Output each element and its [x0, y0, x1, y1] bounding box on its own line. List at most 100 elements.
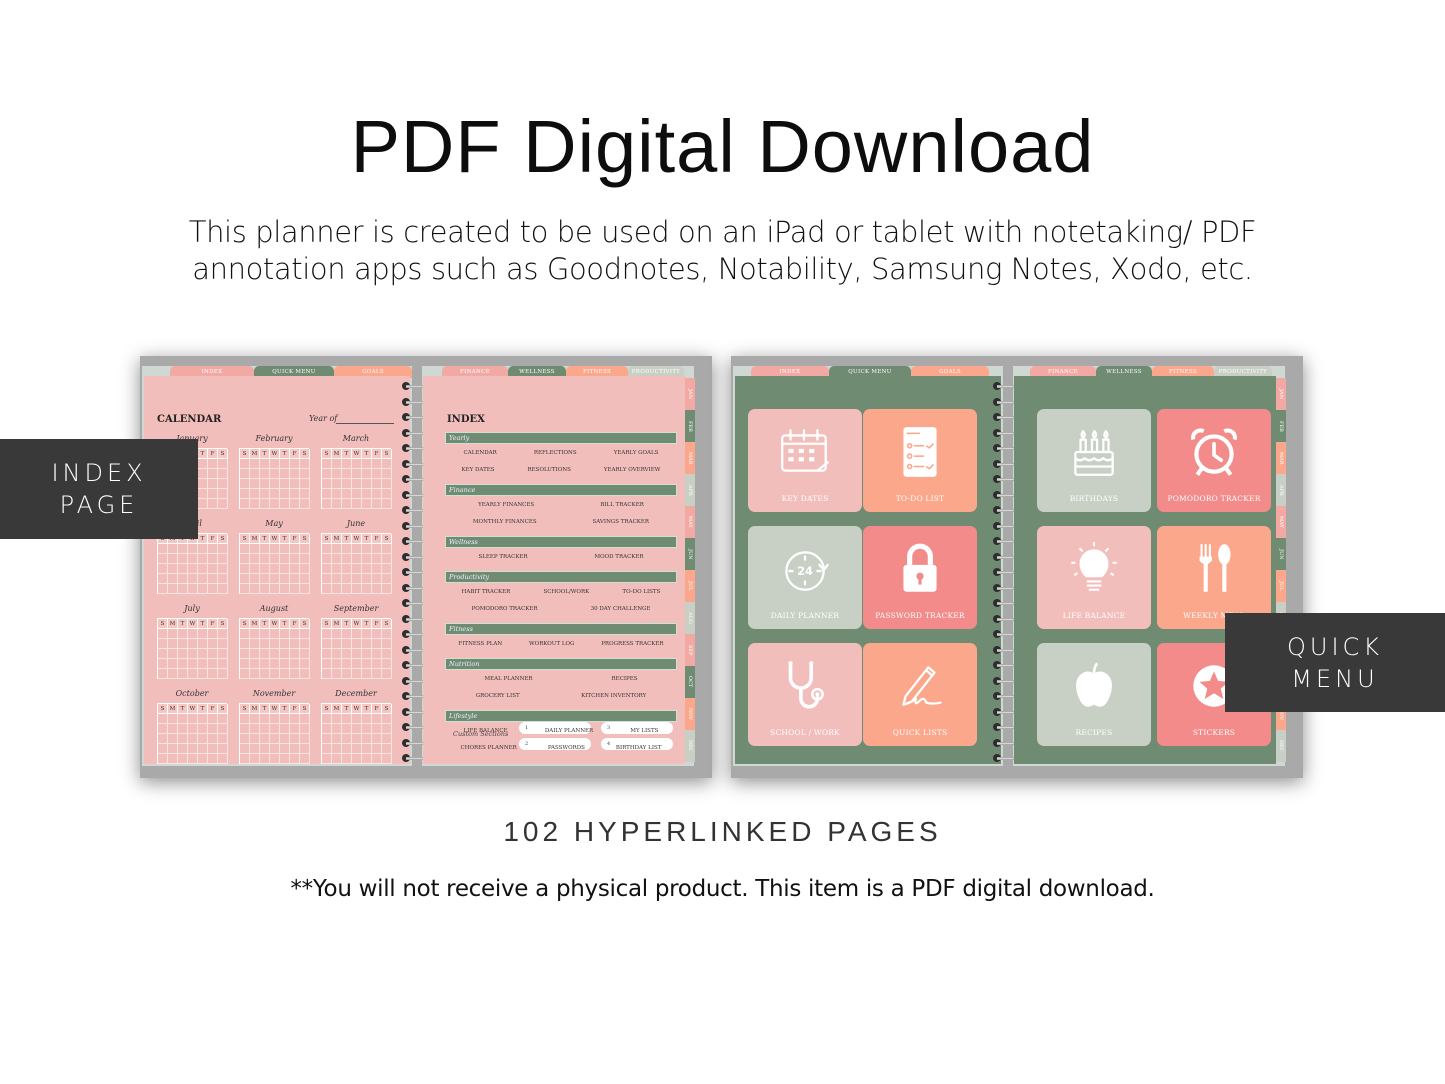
- day-cell[interactable]: [382, 734, 392, 744]
- index-link[interactable]: KEY DATES: [461, 467, 494, 473]
- day-cell[interactable]: [372, 544, 382, 554]
- day-cell[interactable]: [158, 659, 168, 669]
- day-cell[interactable]: [300, 659, 310, 669]
- day-cell[interactable]: [240, 469, 250, 479]
- day-cell[interactable]: [300, 479, 310, 489]
- day-cell[interactable]: [332, 479, 342, 489]
- month-tab-nov[interactable]: NOV: [685, 698, 695, 730]
- day-cell[interactable]: [260, 659, 270, 669]
- day-cell[interactable]: [280, 459, 290, 469]
- day-cell[interactable]: [362, 459, 372, 469]
- day-cell[interactable]: [280, 669, 290, 679]
- day-cell[interactable]: [260, 734, 270, 744]
- day-cell[interactable]: [382, 659, 392, 669]
- index-link[interactable]: SCHOOL/WORK: [543, 589, 589, 595]
- day-cell[interactable]: [362, 499, 372, 509]
- day-cell[interactable]: [240, 724, 250, 734]
- day-cell[interactable]: [198, 649, 208, 659]
- day-cell[interactable]: [260, 479, 270, 489]
- day-cell[interactable]: [250, 469, 260, 479]
- day-cell[interactable]: [270, 649, 280, 659]
- day-cell[interactable]: [250, 459, 260, 469]
- day-cell[interactable]: [240, 714, 250, 724]
- day-cell[interactable]: [372, 489, 382, 499]
- day-cell[interactable]: [158, 584, 168, 594]
- day-cell[interactable]: [372, 649, 382, 659]
- day-cell[interactable]: [218, 649, 228, 659]
- day-cell[interactable]: [300, 754, 310, 764]
- index-link[interactable]: RECIPES: [612, 676, 638, 682]
- day-cell[interactable]: [322, 554, 332, 564]
- day-cell[interactable]: [218, 734, 228, 744]
- day-cell[interactable]: [362, 479, 372, 489]
- index-link[interactable]: YEARLY FINANCES: [478, 502, 534, 508]
- day-cell[interactable]: [208, 544, 218, 554]
- day-cell[interactable]: [218, 489, 228, 499]
- day-cell[interactable]: [198, 754, 208, 764]
- day-cell[interactable]: [332, 659, 342, 669]
- day-cell[interactable]: [218, 544, 228, 554]
- day-cell[interactable]: [382, 479, 392, 489]
- day-cell[interactable]: [352, 469, 362, 479]
- day-cell[interactable]: [300, 734, 310, 744]
- day-cell[interactable]: [208, 639, 218, 649]
- index-link[interactable]: POMODORO TRACKER: [472, 606, 538, 612]
- day-cell[interactable]: [372, 459, 382, 469]
- day-cell[interactable]: [270, 499, 280, 509]
- day-cell[interactable]: [290, 564, 300, 574]
- day-cell[interactable]: [168, 669, 178, 679]
- month-tab-apr[interactable]: APR: [685, 474, 695, 506]
- day-cell[interactable]: [352, 564, 362, 574]
- day-cell[interactable]: [178, 574, 188, 584]
- day-cell[interactable]: [342, 629, 352, 639]
- day-cell[interactable]: [270, 554, 280, 564]
- index-link[interactable]: MY LISTS: [630, 728, 658, 734]
- day-cell[interactable]: [322, 669, 332, 679]
- day-cell[interactable]: [362, 574, 372, 584]
- day-cell[interactable]: [382, 544, 392, 554]
- day-cell[interactable]: [198, 499, 208, 509]
- day-cell[interactable]: [270, 629, 280, 639]
- day-cell[interactable]: [168, 584, 178, 594]
- day-cell[interactable]: [208, 564, 218, 574]
- day-cell[interactable]: [158, 564, 168, 574]
- day-cell[interactable]: [342, 574, 352, 584]
- day-cell[interactable]: [362, 744, 372, 754]
- quick-menu-tile[interactable]: QUICK LISTS: [863, 643, 977, 746]
- day-cell[interactable]: [168, 649, 178, 659]
- day-cell[interactable]: [240, 669, 250, 679]
- day-cell[interactable]: [362, 554, 372, 564]
- day-cell[interactable]: [178, 659, 188, 669]
- day-cell[interactable]: [322, 479, 332, 489]
- day-cell[interactable]: [332, 544, 342, 554]
- day-cell[interactable]: [280, 659, 290, 669]
- day-cell[interactable]: [188, 714, 198, 724]
- day-cell[interactable]: [158, 669, 168, 679]
- day-cell[interactable]: [240, 479, 250, 489]
- quick-menu-tile[interactable]: SCHOOL / WORK: [748, 643, 862, 746]
- day-cell[interactable]: [240, 754, 250, 764]
- day-cell[interactable]: [240, 629, 250, 639]
- day-cell[interactable]: [352, 544, 362, 554]
- day-cell[interactable]: [342, 649, 352, 659]
- day-cell[interactable]: [158, 754, 168, 764]
- day-cell[interactable]: [218, 744, 228, 754]
- day-cell[interactable]: [260, 574, 270, 584]
- day-cell[interactable]: [240, 734, 250, 744]
- day-cell[interactable]: [168, 629, 178, 639]
- index-link[interactable]: SLEEP TRACKER: [478, 554, 527, 560]
- day-cell[interactable]: [332, 649, 342, 659]
- day-cell[interactable]: [168, 659, 178, 669]
- month-tab-jan[interactable]: JAN: [1276, 378, 1286, 410]
- day-cell[interactable]: [342, 724, 352, 734]
- day-cell[interactable]: [260, 754, 270, 764]
- day-cell[interactable]: [158, 629, 168, 639]
- day-cell[interactable]: [218, 584, 228, 594]
- day-cell[interactable]: [280, 499, 290, 509]
- day-cell[interactable]: [342, 669, 352, 679]
- day-cell[interactable]: [208, 499, 218, 509]
- day-cell[interactable]: [352, 659, 362, 669]
- day-cell[interactable]: [290, 554, 300, 564]
- day-cell[interactable]: [280, 714, 290, 724]
- day-cell[interactable]: [198, 574, 208, 584]
